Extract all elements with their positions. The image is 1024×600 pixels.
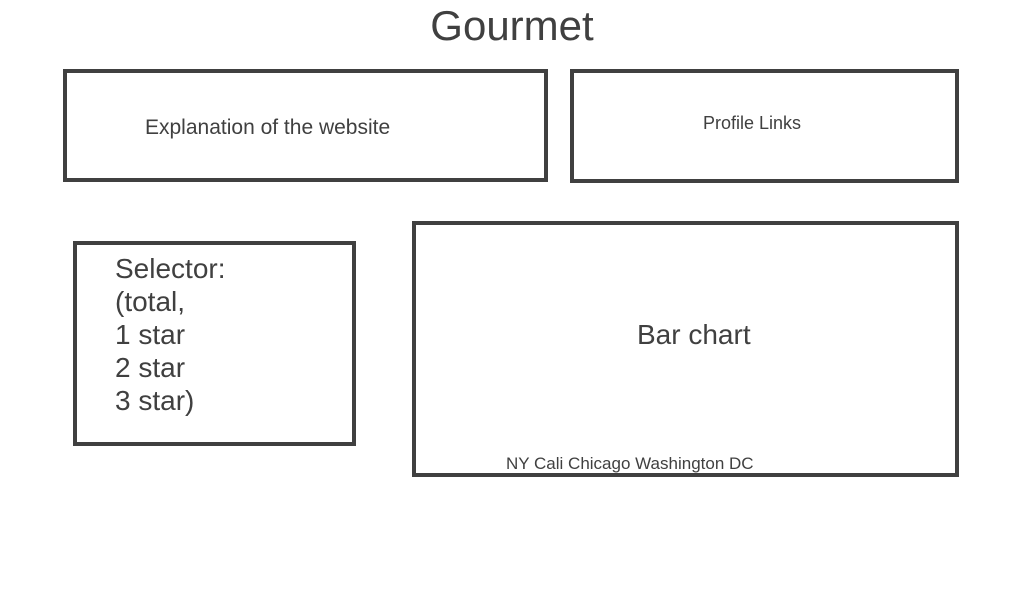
selector-line-total: (total,	[115, 286, 186, 317]
selector-line-1-star: 1 star	[115, 319, 186, 350]
bar-chart-label: Bar chart	[637, 319, 751, 350]
selector-line-label: Selector:	[115, 253, 226, 284]
selector-line-3-star: 3 star)	[115, 385, 195, 416]
profile-links-text: Profile Links	[703, 113, 802, 133]
bar-chart-categories: NY Cali Chicago Washington DC	[506, 454, 754, 473]
selector-text: Selector: (total, 1 star 2 star 3 star)	[115, 252, 226, 417]
selector-line-2-star: 2 star	[115, 352, 186, 383]
explanation-text: Explanation of the website	[145, 116, 391, 139]
page-title: Gourmet	[430, 2, 594, 49]
